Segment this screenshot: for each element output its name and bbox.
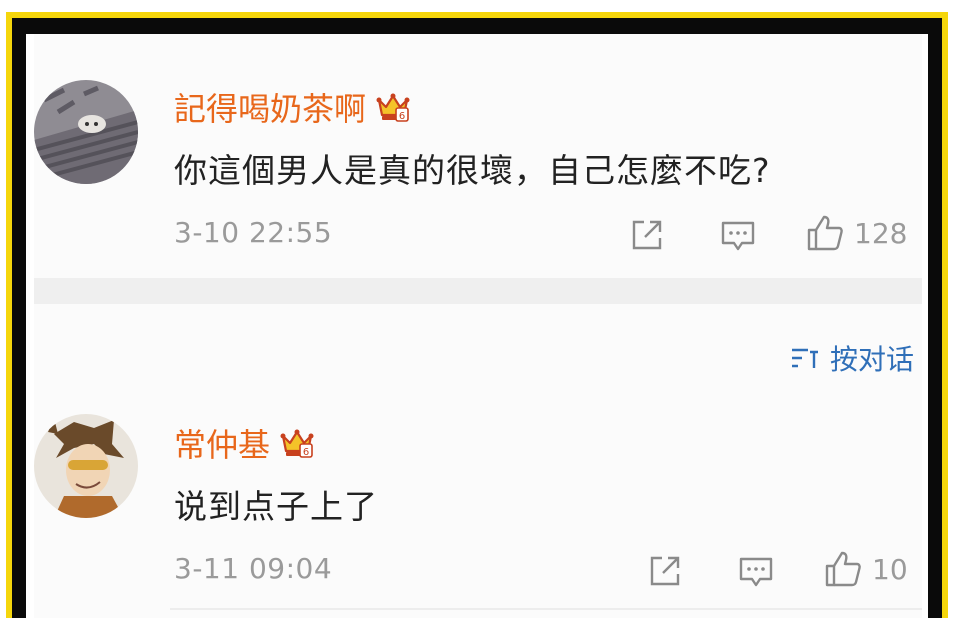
- share-icon: [650, 556, 680, 586]
- avatar[interactable]: [34, 414, 138, 518]
- like-button[interactable]: 128: [806, 214, 907, 252]
- like-button[interactable]: 10: [824, 550, 908, 588]
- thumbs-up-icon: [807, 215, 843, 251]
- reply-button[interactable]: [738, 556, 774, 588]
- comment-icon: [739, 557, 773, 587]
- comment-time: 3-10 22:55: [174, 216, 333, 249]
- comment-item: 記得喝奶茶啊 6 你這個男人是真的很壞，自己怎麼不吃? 3-10 22:55 1…: [34, 34, 922, 278]
- comment-text: 说到点子上了: [174, 487, 378, 526]
- comment-text: 你這個男人是真的很壞，自己怎麼不吃?: [174, 151, 771, 190]
- crown-vip-icon: 6: [376, 93, 410, 122]
- svg-text:6: 6: [303, 447, 309, 458]
- username[interactable]: 常仲基 6: [174, 420, 314, 466]
- share-button[interactable]: [630, 218, 664, 252]
- share-button[interactable]: [648, 554, 682, 588]
- thumbs-up-icon: [825, 551, 861, 587]
- avatar[interactable]: [34, 80, 138, 184]
- divider-line: [170, 608, 922, 610]
- comment-list: 記得喝奶茶啊 6 你這個男人是真的很壞，自己怎麼不吃? 3-10 22:55 1…: [34, 34, 922, 618]
- comment-time: 3-11 09:04: [174, 552, 333, 585]
- comment-item: 常仲基 6 说到点子上了 3-11 09:04 10: [34, 304, 922, 618]
- username-text[interactable]: 記得喝奶茶啊: [174, 84, 366, 130]
- comment-icon: [721, 221, 755, 251]
- like-count: 10: [872, 552, 908, 586]
- like-count: 128: [854, 216, 908, 250]
- username-text[interactable]: 常仲基: [174, 420, 270, 466]
- username[interactable]: 記得喝奶茶啊 6: [174, 84, 410, 130]
- svg-text:6: 6: [399, 111, 405, 122]
- reply-button[interactable]: [720, 220, 756, 252]
- crown-vip-icon: 6: [280, 429, 314, 458]
- share-icon: [632, 220, 662, 250]
- section-divider: [34, 278, 922, 304]
